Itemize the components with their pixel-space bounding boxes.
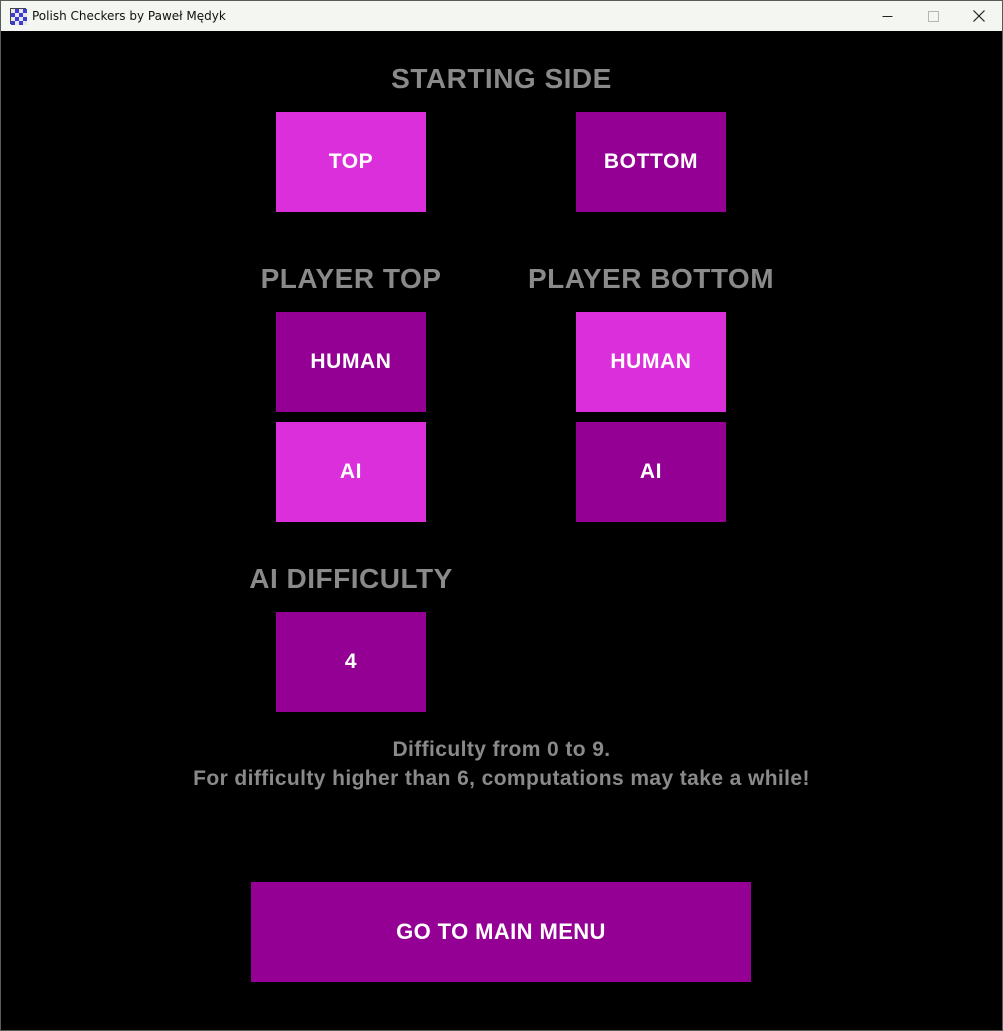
maximize-button[interactable]	[910, 1, 956, 31]
minimize-icon	[882, 15, 892, 17]
ai-difficulty-heading: AI DIFFICULTY	[249, 563, 453, 594]
starting-side-heading: STARTING SIDE	[391, 63, 612, 94]
title-bar: Polish Checkers by Paweł Mędyk	[1, 1, 1002, 31]
close-button[interactable]	[956, 1, 1002, 31]
go-to-main-menu-button[interactable]: GO TO MAIN MENU	[251, 882, 751, 982]
maximize-icon	[927, 10, 939, 22]
starting-side-top-button[interactable]: TOP	[276, 112, 426, 212]
ai-difficulty-button[interactable]: 4	[276, 612, 426, 712]
player-bottom-heading: PLAYER BOTTOM	[527, 263, 775, 294]
window-title: Polish Checkers by Paweł Mędyk	[32, 9, 226, 23]
player-top-human-button[interactable]: HUMAN	[276, 312, 426, 412]
minimize-button[interactable]	[864, 1, 910, 31]
player-bottom-human-button[interactable]: HUMAN	[576, 312, 726, 412]
app-window: Polish Checkers by Paweł Mędyk STARTING …	[0, 0, 1003, 1031]
player-bottom-ai-button[interactable]: AI	[576, 422, 726, 522]
close-icon	[973, 10, 985, 22]
starting-side-bottom-button[interactable]: BOTTOM	[576, 112, 726, 212]
settings-screen: STARTING SIDE TOP BOTTOM PLAYER TOP HUMA…	[1, 31, 1002, 1030]
checkerboard-app-icon	[10, 8, 27, 25]
player-top-ai-button[interactable]: AI	[276, 422, 426, 522]
player-top-heading: PLAYER TOP	[260, 263, 442, 294]
difficulty-range-note: Difficulty from 0 to 9.	[392, 738, 611, 761]
window-controls	[864, 1, 1002, 31]
difficulty-warning-note: For difficulty higher than 6, computatio…	[193, 767, 810, 790]
